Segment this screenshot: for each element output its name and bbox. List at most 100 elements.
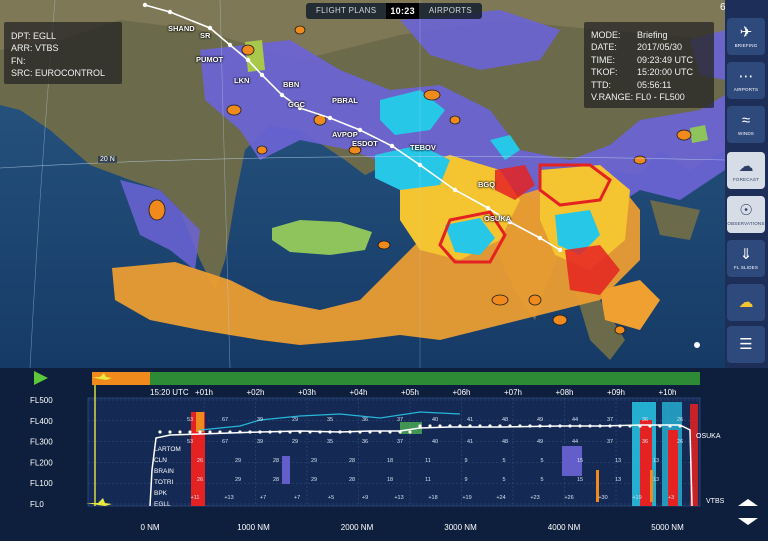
wind-value-mid: 29 (311, 458, 317, 464)
source-text: SRC: EUROCONTROL (11, 68, 106, 79)
wind-value-fl300: 67 (222, 439, 228, 445)
vertical-profile-chart[interactable]: FL500 FL400 FL300 FL200 FL100 FL0 15:20 UTC +01… (0, 368, 768, 541)
waypoint-label: LKN (234, 76, 250, 85)
hour-tick-label: +10h (658, 388, 676, 397)
wind-value-low: 29 (235, 477, 241, 483)
waypoint-label: PBRAL (332, 96, 358, 105)
takeoff-time-label: 15:20 UTC (150, 388, 189, 397)
temperature-value: +30 (598, 495, 607, 501)
temperature-value: +19 (462, 495, 471, 501)
ttd-key: TTD: (591, 79, 611, 90)
profile-waypoint-dot (448, 424, 452, 428)
wind-value-mid: 13 (653, 458, 659, 464)
menu-button[interactable]: ☰ (727, 326, 765, 363)
distance-tick-label: 3000 NM (444, 523, 477, 532)
wind-value-fl300: 29 (292, 439, 298, 445)
profile-waypoint-dot (208, 430, 212, 434)
wind-value-fl300: 44 (572, 439, 578, 445)
vertical-range-text: V.RANGE: FL0 - FL500 (591, 92, 685, 103)
briefing-icon: ✈ (739, 24, 753, 41)
mode-value: Briefing (637, 30, 668, 40)
profile-waypoint-dot (158, 430, 162, 434)
wind-value-low: 5 (540, 477, 543, 483)
sidebar-item-winds[interactable]: ≈ WINDS (727, 106, 765, 143)
temperature-value: +23 (530, 495, 539, 501)
sidebar-item-observations[interactable]: ☉ OBSERVATIONS (727, 196, 765, 233)
weather-map[interactable]: SHAND SR PUMOT LKN BBN GGC PBRAL AVPOP E… (0, 0, 725, 368)
distance-tick-label: 5000 NM (651, 523, 684, 532)
wind-value-low: 29 (311, 477, 317, 483)
sidebar-item-airports[interactable]: ⋯ AIRPORTS (727, 62, 765, 99)
hour-tick-label: +02h (246, 388, 264, 397)
profile-waypoint-dot (658, 424, 662, 428)
profile-waypoint-dot (338, 430, 342, 434)
profile-waypoint-dot (458, 424, 462, 428)
profile-waypoint-dot (598, 424, 602, 428)
sidebar: ✈ BRIEFING ⋯ AIRPORTS ≈ WINDS ☁ FORECAST… (725, 0, 768, 368)
profile-waypoint-dot (308, 430, 312, 434)
waypoint-label: AVPOP (332, 130, 358, 139)
wind-value-high: 41 (467, 417, 473, 423)
fl-tick-label: FL500 (30, 396, 53, 405)
sidebar-item-briefing[interactable]: ✈ BRIEFING (727, 18, 765, 55)
hour-tick-label: +03h (298, 388, 316, 397)
temperature-value: +3 (668, 495, 674, 501)
wind-value-low: 9 (464, 477, 467, 483)
wind-value-high: 53 (187, 417, 193, 423)
wind-value-high: 67 (222, 417, 228, 423)
wind-value-low: 26 (197, 477, 203, 483)
fl-tick-label: FL100 (30, 479, 53, 488)
wind-value-high: 49 (537, 417, 543, 423)
wind-value-high: 48 (502, 417, 508, 423)
sidebar-item-label: FL SLIDES (733, 265, 759, 270)
sidebar-item-cloud-layer[interactable]: ☁ (727, 284, 765, 321)
status-bar: 66% (0, 0, 768, 18)
profile-waypoint-dot (588, 424, 592, 428)
profile-waypoint-dot (218, 430, 222, 434)
date-value: 2017/05/30 (637, 42, 683, 53)
profile-waypoint-dot (328, 430, 332, 434)
profile-waypoint-dot (188, 430, 192, 434)
waypoint-label: ESDOT (352, 139, 378, 148)
wind-value-high: 37 (607, 417, 613, 423)
wind-value-low: 18 (387, 477, 393, 483)
wind-value-mid: 9 (464, 458, 467, 464)
waypoint-label: BPK (154, 490, 168, 497)
wind-value-low: 13 (653, 477, 659, 483)
wind-value-fl300: 35 (327, 439, 333, 445)
wind-value-mid: 11 (425, 458, 431, 464)
scroll-down-icon (738, 518, 758, 525)
wind-value-fl300: 36 (642, 439, 648, 445)
wind-value-high: 40 (432, 417, 438, 423)
distance-tick-label: 1000 NM (237, 523, 270, 532)
sidebar-item-forecast[interactable]: ☁ FORECAST (727, 152, 765, 189)
wind-value-high: 44 (572, 417, 578, 423)
waypoint-label: EGLL (154, 501, 171, 508)
wind-value-high: 36 (642, 417, 648, 423)
vertical-profile-panel[interactable]: FL500 FL400 FL300 FL200 FL100 FL0 15:20 UTC +01… (0, 368, 768, 541)
distance-tick-label: 4000 NM (548, 523, 581, 532)
waypoint-label: SHAND (168, 24, 195, 33)
waypoint-label: TOTRI (154, 479, 174, 486)
wind-value-high: 36 (362, 417, 368, 423)
briefing-info-panel: MODE: Briefing DATE: 2017/05/30 TIME: 09:23… (584, 22, 714, 108)
profile-waypoint-dot (168, 430, 172, 434)
profile-waypoint-dot (198, 430, 202, 434)
wind-value-mid: 18 (387, 458, 393, 464)
profile-waypoint-dot (358, 430, 362, 434)
winds-icon: ≈ (741, 112, 751, 129)
wind-value-fl300: 26 (677, 439, 683, 445)
profile-waypoint-dot (318, 430, 322, 434)
profile-waypoint-dot (638, 424, 642, 428)
sidebar-item-fl-slides[interactable]: ⇓ FL SLIDES (727, 240, 765, 277)
waypoint-label: SR (200, 31, 211, 40)
hour-tick-label: +04h (349, 388, 367, 397)
temperature-value: +19 (632, 495, 641, 501)
ttd-value: 05:56:11 (637, 79, 672, 90)
profile-waypoint-dot (648, 424, 652, 428)
wind-value-high: 37 (397, 417, 403, 423)
sidebar-item-label: AIRPORTS (733, 87, 759, 92)
profile-waypoint-dot (488, 424, 492, 428)
tkof-key: TKOF: (591, 67, 618, 78)
profile-waypoint-dot (518, 424, 522, 428)
